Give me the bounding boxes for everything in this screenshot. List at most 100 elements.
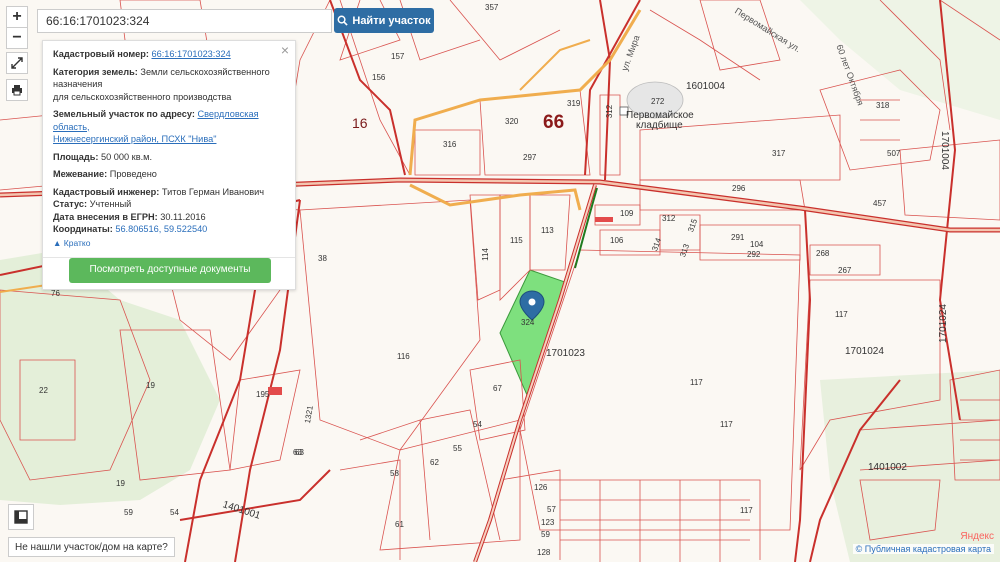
cadastral-label: Кадастровый номер: xyxy=(53,49,149,59)
coords-value[interactable]: 56.806516, 59.522540 xyxy=(115,224,207,234)
category-value-3: для сельскохозяйственного производства xyxy=(53,91,232,102)
yandex-logo: Яндекс xyxy=(960,531,994,542)
engineer-label: Кадастровый инженер: xyxy=(53,186,160,197)
parcel-number: 55 xyxy=(453,444,462,453)
search-button[interactable]: Найти участок xyxy=(334,8,434,33)
quarter-label: 1401002 xyxy=(868,462,907,473)
parcel-number: 117 xyxy=(720,420,733,429)
address-label: Земельный участок по адресу: xyxy=(53,109,195,119)
parcel-number: 272 xyxy=(651,97,665,106)
parcel-number: 319 xyxy=(567,99,581,108)
parcel-number: 317 xyxy=(772,149,786,158)
close-icon[interactable]: × xyxy=(281,43,289,56)
parcel-number: 58 xyxy=(390,469,399,478)
category-value: Земли сельскохозяйственного xyxy=(140,66,270,77)
collapse-label: Кратко xyxy=(63,237,91,248)
parcel-number: 104 xyxy=(750,240,764,249)
quarter-label: 1601004 xyxy=(686,81,725,92)
fullscreen-button[interactable] xyxy=(6,52,28,74)
search-input[interactable] xyxy=(38,10,331,32)
parcel-number: 113 xyxy=(541,226,554,235)
parcel-number: 117 xyxy=(740,506,753,515)
parcel-number: 114 xyxy=(480,248,490,261)
parcel-number: 22 xyxy=(39,386,48,395)
parcel-number: 59 xyxy=(124,508,133,517)
collapse-toggle[interactable]: ▲ Кратко xyxy=(53,237,285,250)
building-marker xyxy=(268,387,282,395)
attribution-link[interactable]: © Публичная кадастровая карта xyxy=(852,544,994,554)
district-label: 66 xyxy=(543,112,565,133)
parcel-number: 123 xyxy=(541,518,555,527)
parcel-number: 318 xyxy=(876,101,890,110)
zoom-out-button[interactable]: − xyxy=(6,27,28,49)
search-button-label: Найти участок xyxy=(352,14,431,27)
survey-label: Межевание: xyxy=(53,169,108,179)
survey-value: Проведено xyxy=(109,169,157,179)
zoom-in-button[interactable]: + xyxy=(6,6,28,28)
parcel-number: 357 xyxy=(485,3,499,12)
print-icon xyxy=(12,85,22,96)
parcel-number: 312 xyxy=(662,214,676,223)
not-found-button[interactable]: Не нашли участок/дом на карте? xyxy=(8,537,175,557)
parcel-number: 126 xyxy=(534,483,548,492)
parcel-number: 268 xyxy=(816,249,830,258)
parcel-number: 157 xyxy=(391,52,405,61)
quarter-label: 1701004 xyxy=(938,131,950,170)
parcel-number: 19 xyxy=(116,479,125,488)
building-marker xyxy=(595,217,613,222)
parcel-number: 297 xyxy=(523,153,537,162)
parcel-number: 312 xyxy=(605,104,615,119)
parcel-number: 106 xyxy=(610,236,624,245)
expand-icon xyxy=(11,57,23,69)
parcel-number: 38 xyxy=(318,254,327,263)
quarter-label: 1701024 xyxy=(845,346,884,357)
parcel-number: 109 xyxy=(620,209,634,218)
cemetery-label-2: кладбище xyxy=(636,120,683,131)
view-documents-button[interactable]: Посмотреть доступные документы xyxy=(69,258,271,283)
category-value-2: назначения xyxy=(53,79,103,89)
quarter-label: 1701024 xyxy=(937,304,949,343)
parcel-number: 117 xyxy=(690,378,703,387)
parcel-info-panel: × Кадастровый номер: 66:16:1701023:324 К… xyxy=(42,40,296,290)
status-value: Учтенный xyxy=(89,199,132,209)
cadastral-number-link[interactable]: 66:16:1701023:324 xyxy=(151,49,230,59)
parcel-number: 63 xyxy=(293,448,302,457)
print-button[interactable] xyxy=(6,79,28,101)
parcel-number: 76 xyxy=(51,289,60,298)
parcel-number: 457 xyxy=(873,199,887,208)
status-label: Статус: xyxy=(53,199,88,209)
parcel-number: 267 xyxy=(838,266,852,275)
address-link-2[interactable]: Нижнесергинский район, ПСХК "Нива" xyxy=(53,134,216,144)
category-label: Категория земель: xyxy=(53,66,138,77)
coords-label: Координаты: xyxy=(53,224,113,234)
area-label: Площадь: xyxy=(53,151,99,162)
parcel-number: 156 xyxy=(372,73,386,82)
parcel-number: 320 xyxy=(505,117,519,126)
parcel-number: 291 xyxy=(731,233,745,242)
parcel-number: 61 xyxy=(395,520,404,529)
date-label: Дата внесения в ЕГРН: xyxy=(53,211,158,222)
quarter-label: 1701023 xyxy=(546,348,585,359)
parcel-number: 67 xyxy=(493,384,502,393)
engineer-value: Титов Герман Иванович xyxy=(161,186,264,197)
road-number-label: 16 xyxy=(352,115,368,131)
layers-icon xyxy=(14,510,28,524)
parcel-number: 507 xyxy=(887,149,901,158)
parcel-number: 19 xyxy=(146,381,155,390)
parcel-number: 62 xyxy=(430,458,439,467)
parcel-number: 115 xyxy=(510,236,523,245)
parcel-number: 296 xyxy=(732,184,746,193)
parcel-number: 195 xyxy=(256,390,270,399)
search-box xyxy=(37,9,332,33)
parcel-number: 54 xyxy=(473,420,482,429)
layers-button[interactable] xyxy=(8,504,34,530)
area-value: 50 000 кв.м. xyxy=(101,151,152,162)
parcel-number: 117 xyxy=(835,310,848,319)
parcel-number: 116 xyxy=(397,352,410,361)
search-icon xyxy=(337,15,349,26)
parcel-number: 324 xyxy=(521,318,535,327)
date-value: 30.11.2016 xyxy=(160,211,206,222)
parcel-number: 128 xyxy=(537,548,551,557)
parcel-number: 54 xyxy=(170,508,179,517)
terrain-green-north xyxy=(800,0,1000,120)
